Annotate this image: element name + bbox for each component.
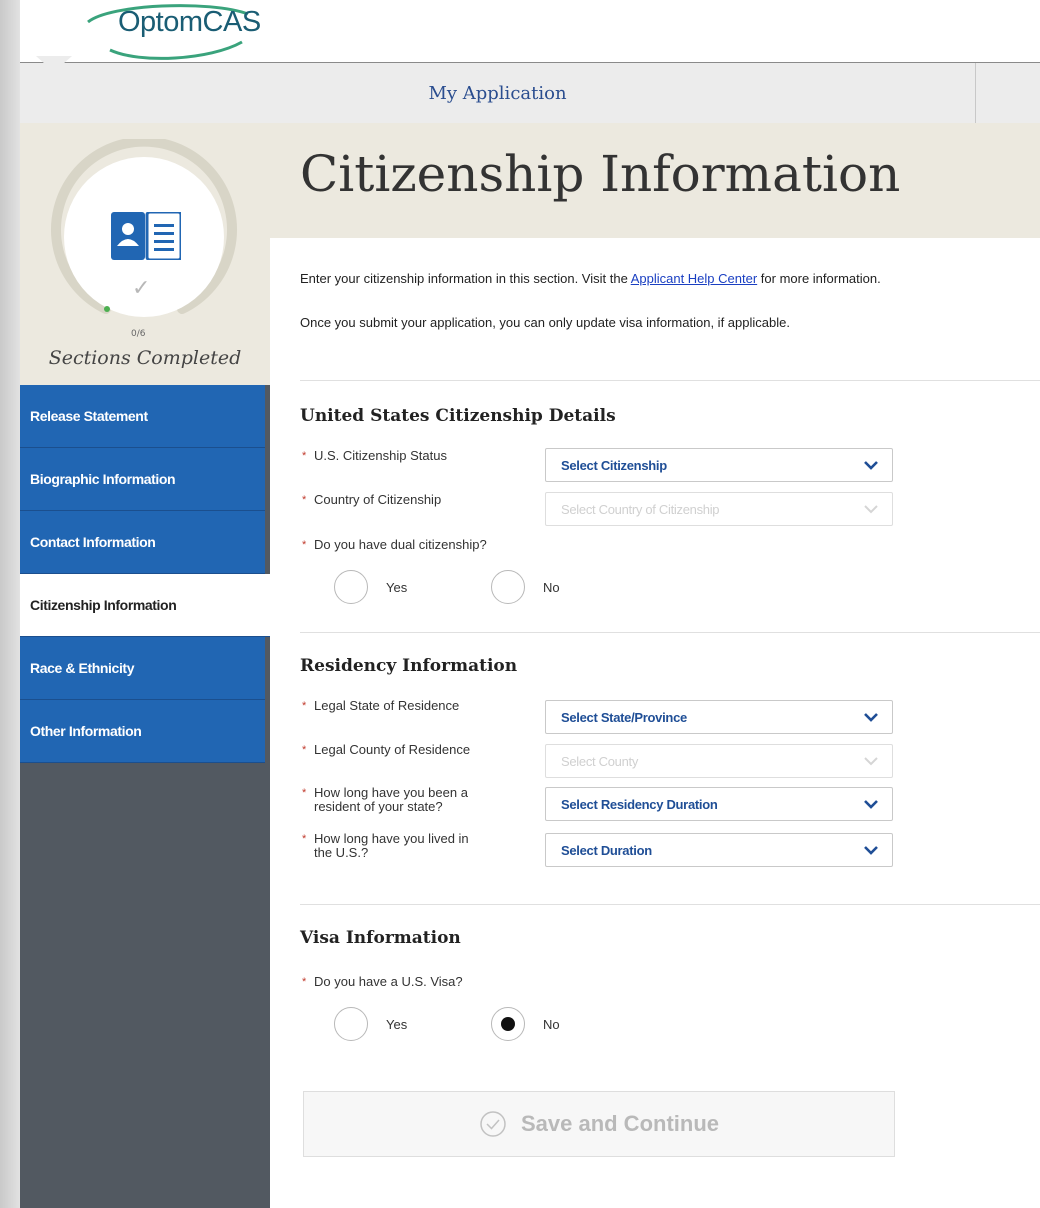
required-icon: *: [302, 787, 307, 799]
legal-state-value: Select State/Province: [561, 709, 687, 725]
sidebar: ✓ 0/6 Sections Completed Release Stateme…: [20, 123, 270, 1208]
nav-pointer: [36, 56, 72, 72]
sidebar-item-race-ethnicity[interactable]: Race & Ethnicity: [20, 637, 265, 700]
legal-county-label: * Legal County of Residence: [302, 742, 471, 757]
page-title: Citizenship Information: [300, 145, 901, 203]
visa-no-radio[interactable]: [491, 1007, 525, 1041]
applicant-help-center-link[interactable]: Applicant Help Center: [631, 271, 757, 286]
citizenship-section-title: United States Citizenship Details: [300, 406, 616, 426]
legal-state-select[interactable]: Select State/Province: [545, 700, 893, 734]
sidebar-item-citizenship-information[interactable]: Citizenship Information: [20, 574, 270, 637]
section-divider: [300, 904, 1040, 905]
progress-label: Sections Completed: [48, 347, 242, 369]
dual-citizenship-label: * Do you have dual citizenship?: [302, 537, 487, 552]
required-icon: *: [302, 494, 307, 506]
legal-county-value: Select County: [561, 753, 639, 769]
app-window: OptomCAS My Application ✓ 0/6 Sections C…: [20, 0, 1040, 1208]
residency-section-title: Residency Information: [300, 656, 518, 676]
tab-my-application[interactable]: My Application: [20, 63, 976, 123]
dual-citizenship-no-radio[interactable]: [491, 570, 525, 604]
legal-state-label: * Legal State of Residence: [302, 698, 460, 713]
country-of-citizenship-label: * Country of Citizenship: [302, 492, 442, 507]
main-content: Enter your citizenship information in th…: [270, 238, 1040, 1208]
progress-count: 0/6: [131, 329, 146, 339]
us-duration-value: Select Duration: [561, 842, 652, 858]
title-band: Citizenship Information: [270, 123, 1040, 238]
sidebar-item-other-information[interactable]: Other Information: [20, 700, 265, 763]
visa-question-label: * Do you have a U.S. Visa?: [302, 974, 463, 989]
chevron-down-icon: [864, 800, 878, 809]
dual-citizenship-yes-label: Yes: [386, 580, 408, 595]
visa-section-title: Visa Information: [300, 928, 461, 948]
visa-yes-radio[interactable]: [334, 1007, 368, 1041]
sidebar-item-release-statement[interactable]: Release Statement: [20, 385, 265, 448]
citizenship-status-label: * U.S. Citizenship Status: [302, 448, 447, 463]
required-icon: *: [302, 976, 307, 988]
brand-bar: OptomCAS: [20, 0, 1040, 63]
us-duration-label: * How long have you lived in the U.S.?: [302, 831, 469, 860]
chevron-down-icon: [864, 846, 878, 855]
residency-duration-label: * How long have you been a resident of y…: [302, 785, 468, 814]
citizenship-status-select[interactable]: Select Citizenship: [545, 448, 893, 482]
chevron-down-icon: [864, 713, 878, 722]
country-of-citizenship-select[interactable]: Select Country of Citizenship: [545, 492, 893, 526]
intro-prefix: Enter your citizenship information in th…: [300, 271, 631, 286]
check-circle-icon: [480, 1111, 506, 1137]
us-duration-select[interactable]: Select Duration: [545, 833, 893, 867]
dual-citizenship-no-label: No: [543, 580, 560, 595]
legal-county-select[interactable]: Select County: [545, 744, 893, 778]
visa-no-label: No: [543, 1017, 560, 1032]
intro-text: Enter your citizenship information in th…: [300, 271, 881, 286]
section-divider: [300, 632, 1040, 633]
window-left-edge: [0, 0, 20, 1208]
sidebar-item-contact-information[interactable]: Contact Information: [20, 511, 265, 574]
chevron-down-icon: [864, 461, 878, 470]
optomcas-logo[interactable]: OptomCAS: [70, 2, 270, 60]
top-nav: My Application: [20, 63, 1040, 123]
required-icon: *: [302, 833, 307, 845]
citizenship-status-value: Select Citizenship: [561, 457, 667, 473]
residency-duration-value: Select Residency Duration: [561, 796, 718, 812]
save-button-label: Save and Continue: [520, 1111, 720, 1136]
intro-suffix: for more information.: [757, 271, 881, 286]
logo-text: OptomCAS: [118, 6, 261, 38]
visa-yes-label: Yes: [386, 1017, 408, 1032]
chevron-down-icon: [864, 757, 878, 766]
section-nav: Release Statement Biographic Information…: [20, 385, 270, 763]
check-icon: ✓: [132, 276, 151, 301]
section-divider: [300, 380, 1040, 381]
required-icon: *: [302, 700, 307, 712]
id-card-icon: [111, 212, 181, 260]
progress-widget: ✓ 0/6 Sections Completed: [20, 123, 270, 385]
dual-citizenship-yes-radio[interactable]: [334, 570, 368, 604]
chevron-down-icon: [864, 505, 878, 514]
required-icon: *: [302, 539, 307, 551]
radio-selected-dot: [501, 1017, 515, 1031]
required-icon: *: [302, 744, 307, 756]
country-of-citizenship-value: Select Country of Citizenship: [561, 501, 720, 517]
save-and-continue-button[interactable]: Save and Continue: [303, 1091, 895, 1157]
residency-duration-select[interactable]: Select Residency Duration: [545, 787, 893, 821]
intro-note: Once you submit your application, you ca…: [300, 315, 790, 330]
required-icon: *: [302, 450, 307, 462]
sidebar-item-biographic-information[interactable]: Biographic Information: [20, 448, 265, 511]
